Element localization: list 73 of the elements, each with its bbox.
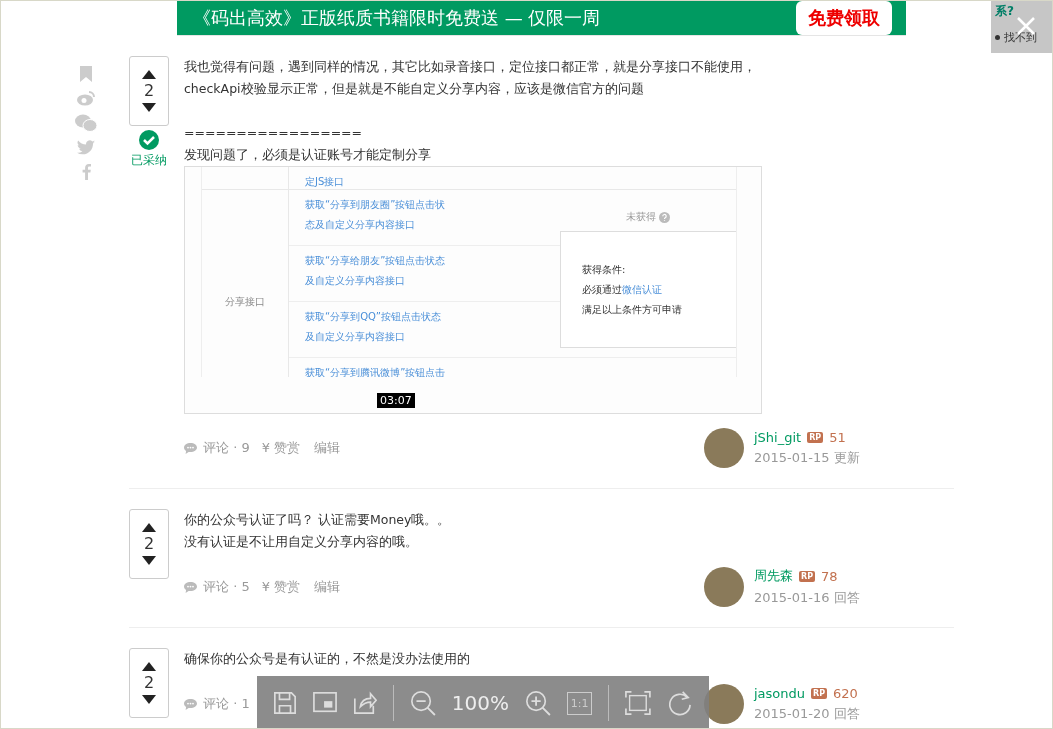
comment-icon[interactable] — [184, 698, 197, 710]
table-cell-text: 获取“分享到腾讯微博”按钮点击 — [305, 366, 447, 377]
reputation-count: 78 — [821, 568, 838, 584]
comments-link[interactable]: 评论 · 1 — [203, 695, 250, 713]
comment-icon[interactable] — [184, 581, 197, 593]
edit-link[interactable]: 编辑 — [314, 439, 341, 457]
bookmark-icon[interactable] — [79, 66, 93, 82]
upvote-icon[interactable] — [142, 662, 156, 671]
wechat-icon[interactable] — [75, 114, 97, 132]
table-cell: 分享接口 — [202, 190, 289, 377]
rp-badge: RP — [799, 570, 816, 582]
help-icon — [659, 211, 670, 223]
author-name[interactable]: jShi_git — [754, 429, 802, 445]
video-timestamp: 03:07 — [377, 393, 415, 408]
accepted-label: 已采纳 — [131, 152, 167, 169]
answer-text: 没有认证是不让用自定义分享内容的哦。 — [184, 533, 419, 551]
answer-text: 你的公众号认证了吗？ 认证需要Money哦。。 — [184, 511, 452, 529]
table-cell-text: 获取“分享到朋友圈”按钮点击状 — [305, 198, 447, 212]
weibo-icon[interactable] — [76, 90, 96, 106]
comment-icon[interactable] — [184, 442, 197, 454]
upvote-icon[interactable] — [142, 523, 156, 532]
picture-in-picture-icon[interactable] — [313, 691, 337, 715]
edit-link[interactable]: 编辑 — [314, 578, 341, 596]
vote-count: 2 — [143, 82, 155, 100]
popup-text: 必须通过微信认证 — [582, 282, 663, 297]
panel-link[interactable]: 找不到 — [1004, 30, 1037, 45]
reward-link[interactable]: ¥ 赞赏 — [261, 578, 301, 596]
downvote-icon[interactable] — [142, 695, 156, 704]
answer-date: 2015-01-15 更新 — [754, 448, 860, 467]
facebook-icon[interactable] — [81, 163, 91, 180]
reward-link[interactable]: ¥ 赞赏 — [261, 439, 301, 457]
avatar[interactable] — [704, 567, 744, 607]
table-cell-text: 获取“分享给朋友”按钮点击状态 — [305, 254, 447, 268]
status-text: 未获得 — [626, 210, 656, 224]
answer-text: ================= — [184, 124, 364, 142]
free-claim-button[interactable]: 免费领取 — [796, 1, 892, 35]
comments-link[interactable]: 评论 · 5 — [203, 578, 250, 596]
vote-count: 2 — [143, 674, 155, 692]
popup-title: 获得条件: — [582, 262, 627, 277]
vote-count: 2 — [143, 535, 155, 553]
reputation-count: 620 — [833, 685, 858, 701]
panel-heading: 系? — [995, 3, 1015, 20]
zoom-in-icon[interactable] — [524, 689, 551, 717]
popup-note: 满足以上条件方可申请 — [582, 302, 683, 317]
table-cell-text: 态及自定义分享内容接口 — [305, 218, 416, 232]
answer-date: 2015-01-16 回答 — [754, 589, 860, 607]
author-name[interactable]: 周先森 — [754, 567, 793, 585]
comments-link[interactable]: 评论 · 9 — [203, 439, 250, 457]
twitter-icon[interactable] — [77, 140, 95, 155]
zoom-out-icon[interactable] — [409, 689, 436, 717]
fullscreen-icon[interactable] — [625, 690, 652, 716]
banner-text: 《码出高效》正版纸质书籍限时免费送 — 仅限一周 — [193, 6, 601, 30]
save-icon[interactable] — [273, 690, 297, 716]
downvote-icon[interactable] — [142, 556, 156, 565]
banner[interactable]: 《码出高效》正版纸质书籍限时免费送 — 仅限一周 免费领取 — [177, 1, 906, 36]
answer-text: 我也觉得有问题，遇到同样的情况，其它比如录音接口，定位接口都正常，就是分享接口不能使用，checkApi校验显示正常，但是就是不能自定义分享内容，应该是微信官方的问题 — [184, 58, 757, 98]
answer-text: 发现问题了，必须是认证账号才能定制分享 — [184, 146, 432, 164]
table-cell-text: 定JS接口 — [304, 175, 345, 189]
share-icon[interactable] — [352, 690, 377, 716]
downvote-icon[interactable] — [142, 103, 156, 112]
reputation-count: 51 — [829, 429, 846, 445]
rotate-icon[interactable] — [667, 689, 693, 717]
rp-badge: RP — [811, 687, 828, 699]
author-name[interactable]: jasondu — [754, 685, 806, 701]
avatar[interactable] — [704, 428, 744, 468]
rp-badge: RP — [807, 431, 824, 443]
answer-text: 确保你的公众号是有认证的，不然是没办法使用的 — [184, 650, 471, 668]
answer-date: 2015-01-20 回答 — [754, 704, 860, 723]
table-cell-text: 及自定义分享内容接口 — [305, 274, 406, 288]
zoom-level: 100% — [451, 691, 509, 715]
table-cell-text: 及自定义分享内容接口 — [305, 330, 406, 344]
actual-size-button[interactable]: 1:1 — [566, 691, 593, 715]
upvote-icon[interactable] — [142, 70, 156, 79]
